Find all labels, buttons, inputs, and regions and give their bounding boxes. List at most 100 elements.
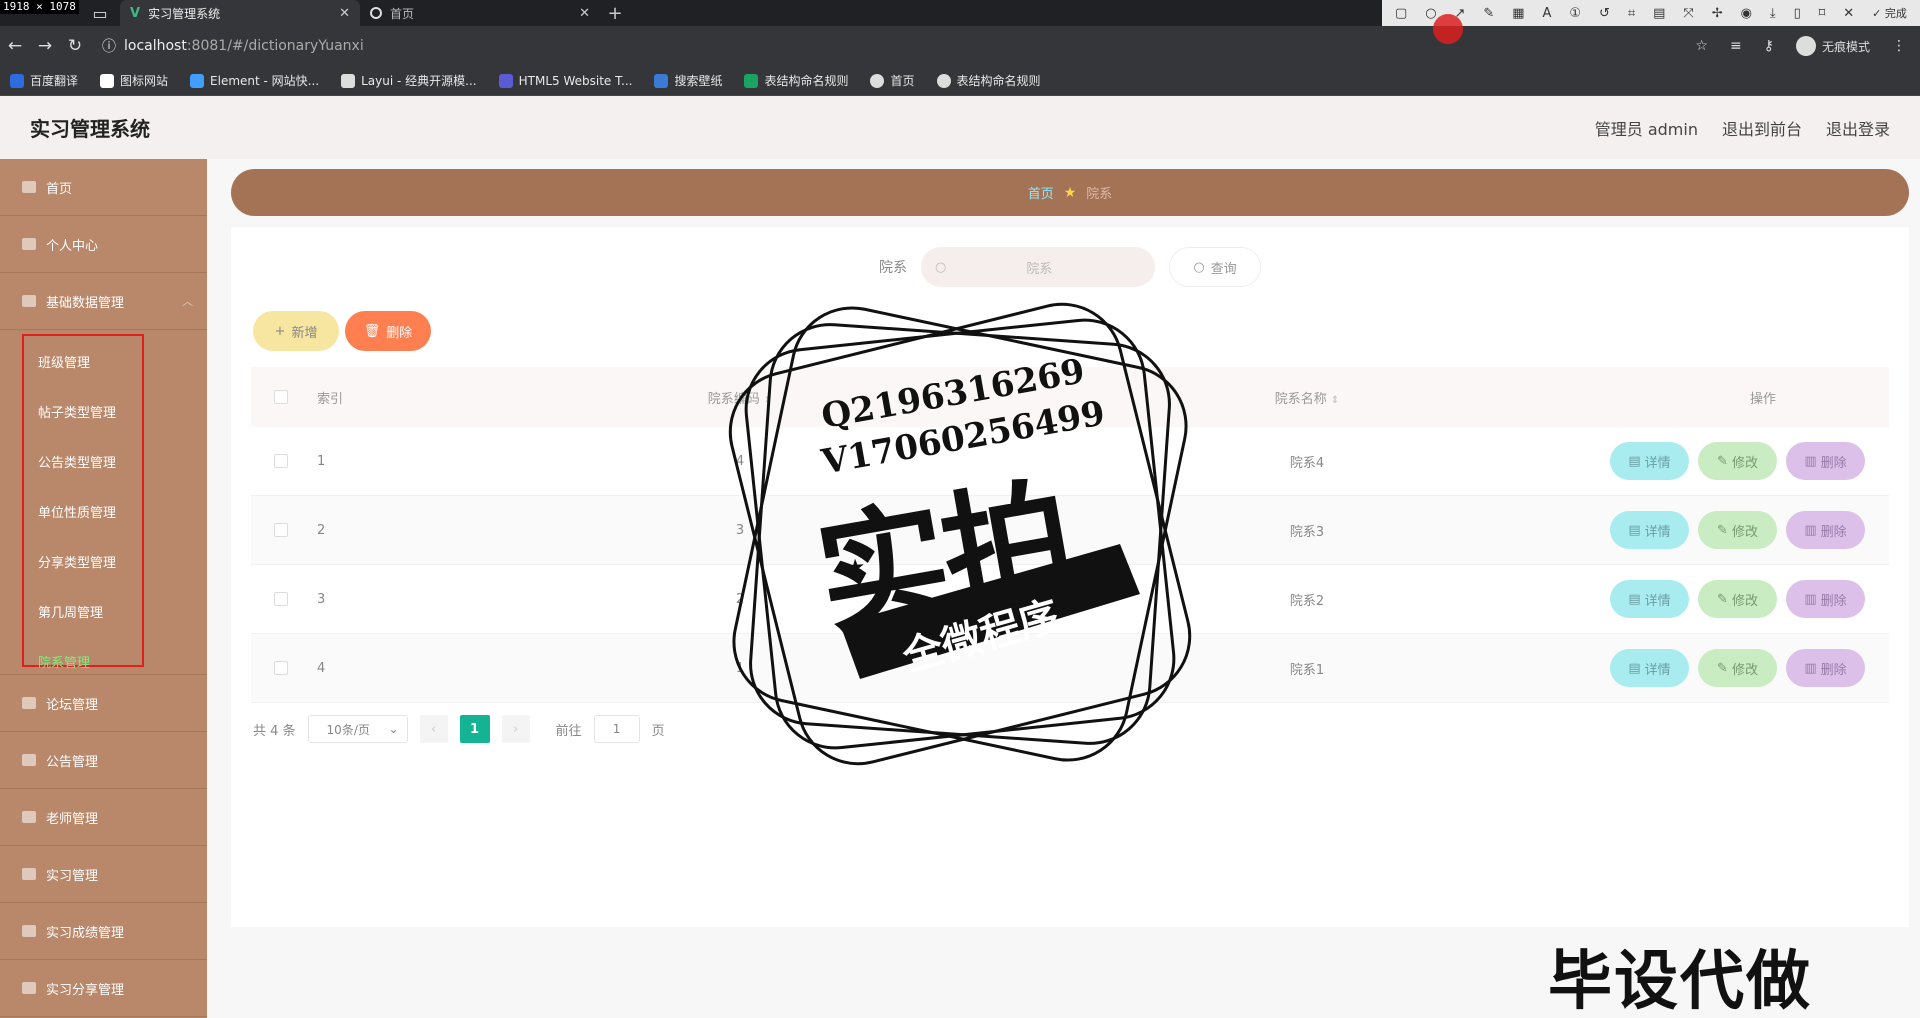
- number-tool-icon[interactable]: ①: [1569, 6, 1581, 21]
- browser-tab-active[interactable]: V 实习管理系统 ✕: [120, 0, 360, 26]
- sidebar-item-basic-data[interactable]: 基础数据管理 ︿: [0, 273, 207, 330]
- add-button[interactable]: + 新增: [253, 311, 339, 351]
- browser-tab[interactable]: 首页 ✕: [360, 0, 600, 26]
- detail-button[interactable]: ▤ 详情: [1610, 580, 1689, 618]
- edit-button[interactable]: ✎ 修改: [1698, 649, 1777, 687]
- mosaic-tool-icon[interactable]: ▦: [1512, 6, 1524, 21]
- table-header: 索引 院系编码 ⇕ 院系名称 ⇕ 操作: [251, 367, 1889, 427]
- bookmark-favicon-icon: [100, 73, 115, 88]
- bookmark-favicon-icon: [870, 73, 885, 88]
- bookmark-item[interactable]: Element - 网站快...: [190, 72, 319, 89]
- bookmark-label: 表结构命名规则: [956, 74, 1041, 88]
- sidebar-item-share[interactable]: 实习分享管理: [0, 960, 207, 1017]
- delete-button[interactable]: ▥ 删除: [1786, 649, 1865, 687]
- url-host: localhost: [124, 38, 187, 54]
- delete-button[interactable]: ▥ 删除: [1786, 442, 1865, 480]
- detail-button[interactable]: ▤ 详情: [1610, 649, 1689, 687]
- header-links: 管理员 admin 退出到前台 退出登录: [1595, 116, 1890, 140]
- close-tab-icon[interactable]: ✕: [339, 6, 350, 21]
- sidebar-item-internship[interactable]: 实习管理: [0, 846, 207, 903]
- sort-icon[interactable]: ⇕: [1331, 395, 1339, 406]
- sidebar-subitem-notice-type[interactable]: 公告类型管理: [24, 436, 142, 486]
- download-icon[interactable]: ⤓: [1770, 6, 1776, 21]
- goto-page-input[interactable]: 1: [593, 715, 640, 743]
- crop-icon[interactable]: ⌗: [1628, 6, 1635, 21]
- phone-icon[interactable]: ▯: [1794, 6, 1801, 21]
- bookmark-item[interactable]: 表结构命名规则: [936, 72, 1041, 89]
- back-to-front-link[interactable]: 退出到前台: [1722, 116, 1802, 140]
- bookmark-item[interactable]: 图标网站: [100, 72, 168, 89]
- bookmark-icon[interactable]: ⌑: [1819, 6, 1826, 21]
- bookmark-item[interactable]: 首页: [870, 72, 915, 89]
- star-icon[interactable]: ☆: [1695, 38, 1708, 54]
- detail-button[interactable]: ▤ 详情: [1610, 442, 1689, 480]
- info-icon[interactable]: ⓘ: [102, 36, 116, 56]
- delete-button[interactable]: ▥ 删除: [1786, 580, 1865, 618]
- text-tool-icon[interactable]: A: [1542, 6, 1551, 21]
- teacher-icon: [22, 811, 36, 823]
- next-page-button[interactable]: ›: [501, 715, 530, 743]
- edit-button[interactable]: ✎ 修改: [1698, 580, 1777, 618]
- undo-icon[interactable]: ↺: [1599, 6, 1610, 21]
- reading-list-icon[interactable]: ≡: [1730, 38, 1742, 54]
- sidebar-item-profile[interactable]: 个人中心: [0, 216, 207, 273]
- done-button[interactable]: ✓ 完成: [1872, 5, 1907, 21]
- header-name[interactable]: 院系名称 ⇕: [1147, 388, 1467, 407]
- close-tab-icon[interactable]: ✕: [579, 6, 590, 21]
- cancel-icon[interactable]: ✕: [1843, 6, 1854, 21]
- query-button[interactable]: ○ 查询: [1169, 247, 1261, 287]
- admin-user-link[interactable]: 管理员 admin: [1595, 116, 1698, 140]
- key-icon[interactable]: ⚷: [1764, 38, 1774, 54]
- menu-kebab-icon[interactable]: ⋮: [1892, 38, 1906, 54]
- translate-icon[interactable]: ⤧: [1683, 6, 1693, 21]
- rect-tool-icon[interactable]: ▢: [1395, 6, 1407, 21]
- sidebar-item-teacher[interactable]: 老师管理: [0, 789, 207, 846]
- record-icon[interactable]: ◉: [1741, 6, 1752, 21]
- search-icon: ○: [1193, 259, 1205, 275]
- detail-button[interactable]: ▤ 详情: [1610, 511, 1689, 549]
- sidebar-subitem-week[interactable]: 第几周管理: [24, 586, 142, 636]
- sidebar-item-score[interactable]: 实习成绩管理: [0, 903, 207, 960]
- edit-button[interactable]: ✎ 修改: [1698, 511, 1777, 549]
- circle-tool-icon[interactable]: ○: [1425, 6, 1436, 21]
- header-code[interactable]: 院系编码 ⇕: [565, 388, 915, 407]
- row-checkbox[interactable]: [274, 661, 288, 675]
- sidebar-item-notice[interactable]: 公告管理: [0, 732, 207, 789]
- bookmark-item[interactable]: 表结构命名规则: [744, 72, 848, 89]
- pin-icon[interactable]: ✢: [1712, 6, 1723, 21]
- sort-icon[interactable]: ⇕: [764, 395, 772, 406]
- bookmark-item[interactable]: 百度翻译: [10, 72, 78, 89]
- bookmark-item[interactable]: HTML5 Website T...: [498, 73, 632, 88]
- incognito-badge[interactable]: 无痕模式: [1795, 36, 1870, 56]
- logout-link[interactable]: 退出登录: [1826, 116, 1890, 140]
- pen-tool-icon[interactable]: ✎: [1483, 6, 1494, 21]
- cursor-highlight: [1433, 14, 1463, 44]
- delete-button[interactable]: ▥ 删除: [1786, 511, 1865, 549]
- ocr-icon[interactable]: ▤: [1653, 6, 1665, 21]
- forward-icon[interactable]: →: [30, 36, 60, 56]
- select-all-checkbox[interactable]: [274, 390, 288, 404]
- breadcrumb-home[interactable]: 首页: [1028, 183, 1054, 202]
- row-checkbox[interactable]: [274, 592, 288, 606]
- back-icon[interactable]: ←: [0, 36, 30, 56]
- batch-delete-button[interactable]: 🗑 删除: [345, 311, 431, 351]
- page-number-current[interactable]: 1: [459, 715, 490, 743]
- cell-code: 1: [735, 660, 745, 676]
- row-checkbox[interactable]: [274, 523, 288, 537]
- tab-overview-icon[interactable]: ▭: [80, 0, 120, 26]
- sidebar-item-home[interactable]: 首页: [0, 159, 207, 216]
- sidebar-item-forum[interactable]: 论坛管理: [0, 675, 207, 732]
- page-size-select[interactable]: 10条/页 ⌄: [307, 715, 408, 743]
- reload-icon[interactable]: ↻: [60, 36, 90, 56]
- row-checkbox[interactable]: [274, 454, 288, 468]
- search-input[interactable]: ○ 院系: [921, 247, 1155, 287]
- sidebar-subitem-post-type[interactable]: 帖子类型管理: [24, 386, 142, 436]
- edit-button[interactable]: ✎ 修改: [1698, 442, 1777, 480]
- bookmark-item[interactable]: 搜索壁纸: [654, 72, 722, 89]
- sidebar-subitem-class[interactable]: 班级管理: [24, 336, 142, 386]
- sidebar-subitem-unit-nature[interactable]: 单位性质管理: [24, 486, 142, 536]
- prev-page-button[interactable]: ‹: [419, 715, 448, 743]
- sidebar-subitem-share-type[interactable]: 分享类型管理: [24, 536, 142, 586]
- bookmark-item[interactable]: Layui - 经典开源模...: [341, 72, 477, 89]
- new-tab-button[interactable]: +: [600, 0, 630, 26]
